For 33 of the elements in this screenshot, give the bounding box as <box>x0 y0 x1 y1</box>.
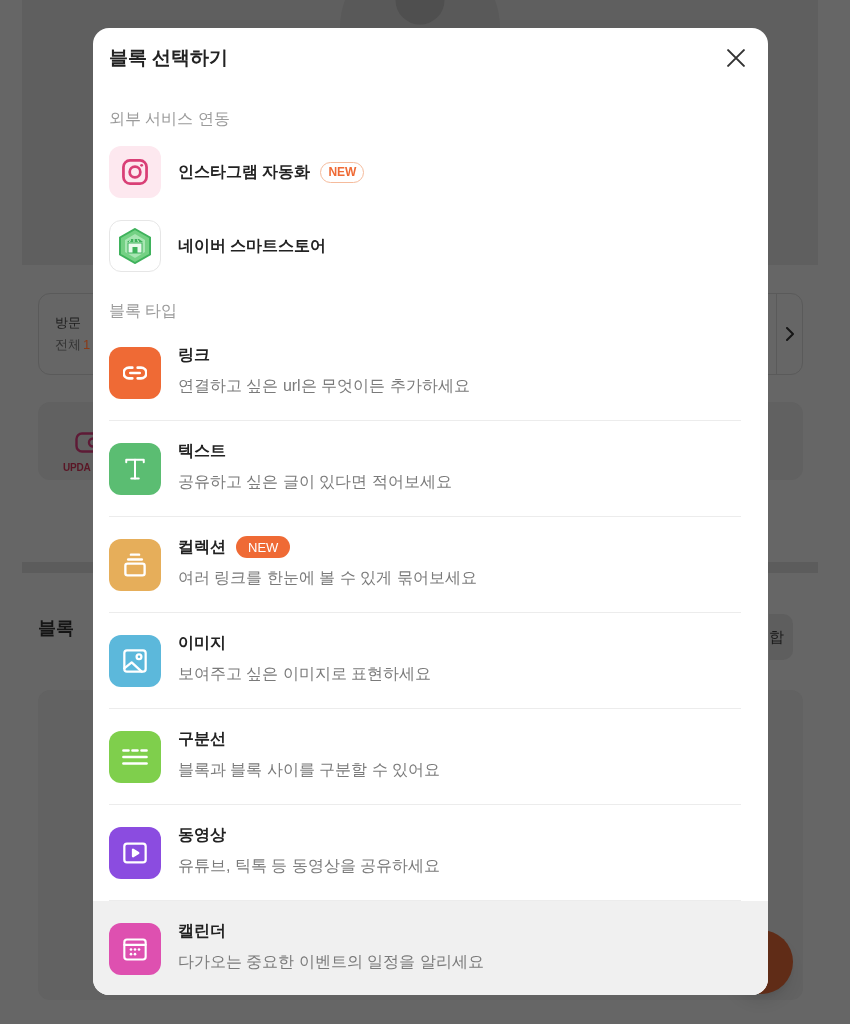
new-badge: NEW <box>236 536 291 558</box>
store-icon <box>109 220 161 272</box>
total-count: 1 <box>83 336 91 353</box>
item-description: 유튜브, 틱톡 등 동영상을 공유하세요 <box>178 856 441 876</box>
integration-item[interactable]: 네이버 스마트스토어 <box>93 209 768 283</box>
item-title: 동영상 <box>178 825 226 845</box>
item-title: 이미지 <box>178 633 226 653</box>
item-title: 컬렉션 <box>178 537 226 557</box>
camera-icon <box>109 146 161 198</box>
item-description: 공유하고 싶은 글이 있다면 적어보세요 <box>178 472 452 492</box>
integration-item[interactable]: 인스타그램 자동화 NEW <box>93 135 768 209</box>
item-title: 구분선 <box>178 729 226 749</box>
item-title: 인스타그램 자동화 <box>178 162 311 182</box>
logo-text: UPDA <box>63 461 91 474</box>
item-title: 네이버 스마트스토어 <box>178 236 327 256</box>
close-icon <box>727 49 745 67</box>
visitor-label: 방문 <box>55 315 81 331</box>
item-description: 다가오는 중요한 이벤트의 일정을 알리세요 <box>178 952 484 972</box>
item-title: 캘린더 <box>178 921 226 941</box>
chevron-right-icon <box>785 327 794 341</box>
close-button[interactable] <box>726 48 746 68</box>
block-list-heading: 블록 <box>38 617 74 640</box>
section-heading: 외부 서비스 연동 <box>108 109 231 129</box>
item-description: 블록과 블록 사이를 구분할 수 있어요 <box>178 760 441 780</box>
item-title: 텍스트 <box>178 441 226 461</box>
item-title: 링크 <box>178 345 210 365</box>
section-heading: 블록 타입 <box>108 301 179 321</box>
logo-icon <box>75 432 93 453</box>
dialog-title: 블록 선택하기 <box>109 47 229 69</box>
block-type-item[interactable]: 캘린더 다가오는 중요한 이벤트의 일정을 알리세요 <box>93 901 768 995</box>
item-description: 보여주고 싶은 이미지로 표현하세요 <box>178 664 432 684</box>
item-description: 연결하고 싶은 url은 무엇이든 추가하세요 <box>178 376 470 396</box>
item-description: 여러 링크를 한눈에 볼 수 있게 묶어보세요 <box>178 568 477 588</box>
